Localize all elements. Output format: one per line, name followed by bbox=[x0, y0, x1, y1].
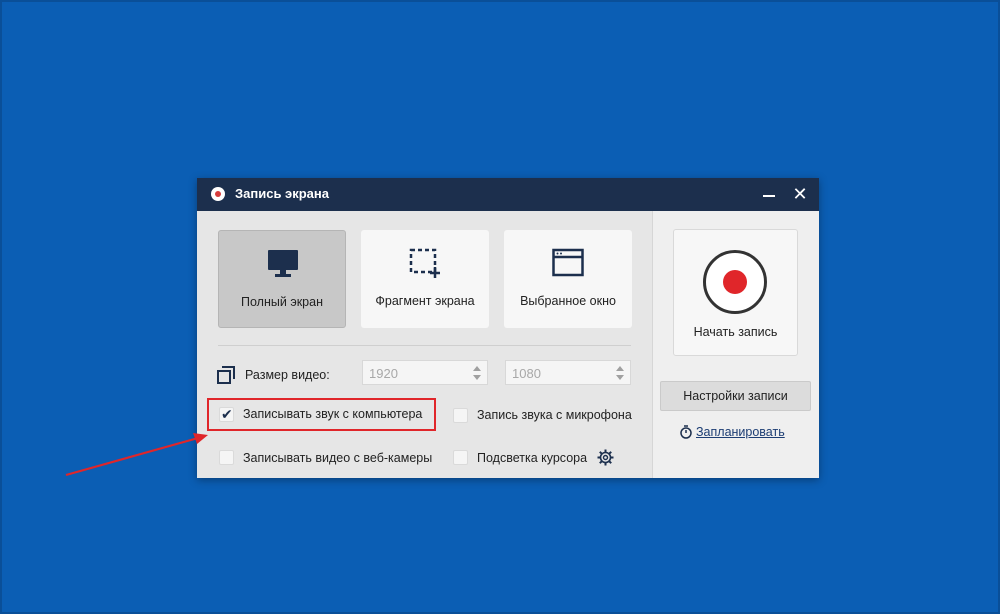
record-webcam-checkbox[interactable] bbox=[219, 450, 234, 465]
schedule-link[interactable]: Запланировать bbox=[680, 425, 785, 439]
mode-label: Фрагмент экрана bbox=[375, 294, 475, 308]
record-dot bbox=[723, 270, 747, 294]
start-recording-button[interactable]: Начать запись bbox=[673, 229, 798, 356]
minimize-button[interactable] bbox=[759, 184, 779, 204]
schedule-label: Запланировать bbox=[696, 425, 785, 439]
title-bar: Запись экрана ✕ bbox=[197, 178, 819, 211]
select-area-icon bbox=[409, 248, 440, 278]
video-size-icon bbox=[217, 366, 235, 384]
record-app-icon bbox=[211, 187, 225, 201]
window-icon bbox=[552, 248, 584, 277]
video-width-value: 1920 bbox=[369, 366, 398, 381]
video-height-value: 1080 bbox=[512, 366, 541, 381]
monitor-icon bbox=[268, 250, 298, 277]
gear-icon[interactable] bbox=[597, 449, 614, 466]
mode-window-button[interactable]: Выбранное окно bbox=[504, 230, 632, 328]
cursor-highlight-label[interactable]: Подсветка курсора bbox=[477, 451, 587, 465]
spin-arrows-icon[interactable] bbox=[473, 364, 481, 380]
video-size-label: Размер видео: bbox=[245, 368, 330, 382]
spin-arrows-icon[interactable] bbox=[616, 364, 624, 380]
cursor-highlight-checkbox[interactable] bbox=[453, 450, 468, 465]
left-pane: Полный экран Фрагмент экрана Выбранное о… bbox=[197, 211, 652, 478]
video-height-input[interactable]: 1080 bbox=[505, 360, 631, 385]
mode-full-screen-button[interactable]: Полный экран bbox=[218, 230, 346, 328]
mode-fragment-button[interactable]: Фрагмент экрана bbox=[361, 230, 489, 328]
video-width-input[interactable]: 1920 bbox=[362, 360, 488, 385]
right-pane: Начать запись Настройки записи Запланиро… bbox=[652, 211, 819, 478]
window-title: Запись экрана bbox=[235, 186, 329, 201]
record-webcam-label[interactable]: Записывать видео с веб-камеры bbox=[243, 451, 432, 465]
stopwatch-icon bbox=[680, 425, 692, 439]
record-icon bbox=[703, 250, 767, 314]
record-mic-checkbox[interactable] bbox=[453, 408, 468, 423]
mode-label: Выбранное окно bbox=[520, 294, 616, 308]
mode-label: Полный экран bbox=[241, 295, 323, 309]
divider bbox=[218, 345, 631, 346]
close-button[interactable]: ✕ bbox=[790, 184, 810, 204]
annotation-highlight-box bbox=[207, 398, 436, 431]
record-mic-label[interactable]: Запись звука с микрофона bbox=[477, 408, 632, 422]
screen-recorder-window: Запись экрана ✕ Полный экран Фрагмент эк… bbox=[197, 178, 819, 478]
recording-settings-button[interactable]: Настройки записи bbox=[660, 381, 811, 411]
start-recording-label: Начать запись bbox=[693, 325, 778, 339]
